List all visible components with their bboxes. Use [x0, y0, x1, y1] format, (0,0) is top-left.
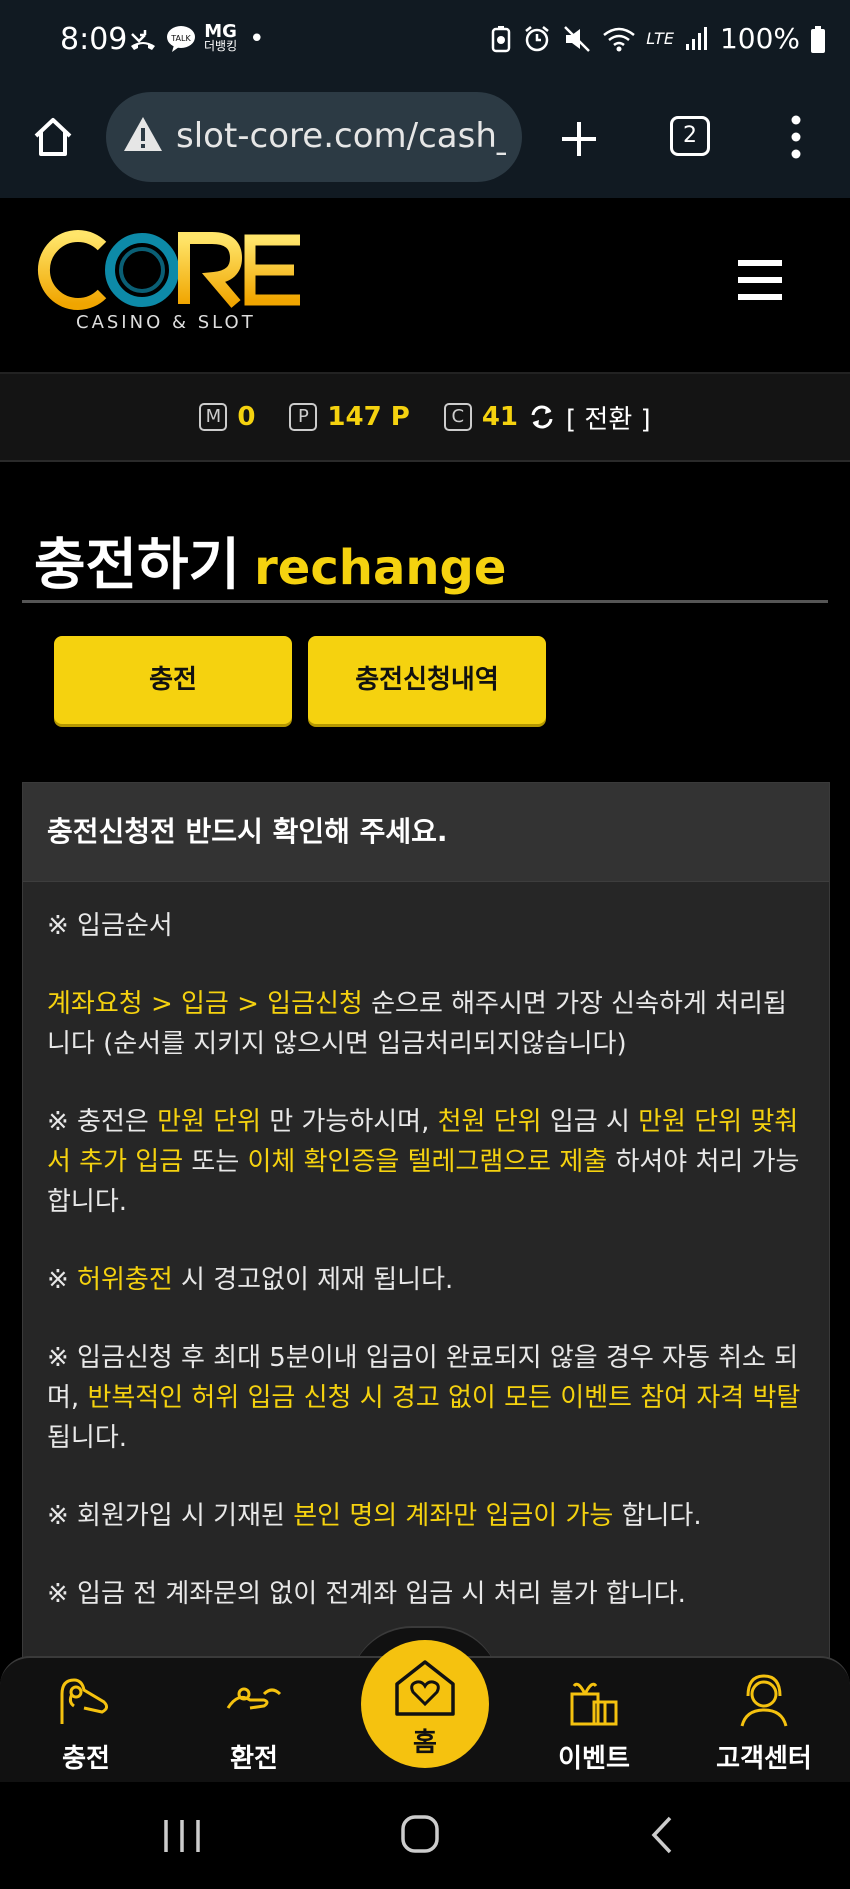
notice-text: 입금 시 [541, 1107, 639, 1137]
nav-home-label: 홈 [413, 1728, 437, 1758]
point-value: 147 P [327, 402, 410, 432]
notice-hl: 계좌요청 > 입금 > 입금신청 [47, 989, 363, 1019]
headset-icon [740, 1674, 788, 1727]
charge-tab-button[interactable]: 충전 [54, 636, 292, 724]
coin-value: 41 [481, 402, 518, 432]
coin-icon: C [443, 403, 472, 431]
nav-exchange-label: 환전 [230, 1744, 278, 1774]
svg-text:TALK: TALK [170, 34, 191, 43]
convert-button[interactable]: [ 전환 ] [566, 399, 651, 436]
notice-text: 합니다. [613, 1501, 702, 1531]
browser-menu-icon[interactable] [784, 112, 808, 162]
notice-line-false-charge: ※ 허위충전 시 경고없이 제재 됩니다. [47, 1260, 807, 1300]
notice-panel: 충전신청전 반드시 확인해 주세요. ※ 입금순서 계좌요청 > 입금 > 입금… [22, 782, 830, 1684]
point-icon: P [289, 403, 318, 431]
notice-text: 됩니다. [47, 1423, 128, 1453]
nav-exchange[interactable]: 환전 [194, 1672, 314, 1775]
address-bar[interactable]: slot-core.com/cash_ [106, 92, 522, 182]
notice-text: 또는 [183, 1147, 248, 1177]
warning-icon[interactable] [122, 114, 164, 154]
nav-charge[interactable]: 충전 [26, 1672, 146, 1775]
money-value: 0 [237, 402, 256, 432]
mg-badge-text: MG [204, 21, 237, 42]
charge-history-tab-button[interactable]: 충전신청내역 [308, 636, 546, 724]
notice-hl: 반복적인 허위 입금 신청 시 경고 없이 모든 이벤트 참여 자격 박탈 [87, 1383, 801, 1413]
status-notification-icons: TALK MG 더뱅킹 • [128, 21, 265, 54]
tab-switcher-button[interactable]: 2 [670, 116, 710, 156]
exchange-hand-icon [226, 1687, 282, 1710]
nav-support[interactable]: 고객센터 [704, 1672, 824, 1775]
notice-hl: 허위충전 [77, 1265, 173, 1295]
page-title: 충전하기 rechange [34, 520, 506, 601]
notice-body: ※ 입금순서 계좌요청 > 입금 > 입금신청 순으로 해주시면 가장 신속하게… [23, 882, 829, 1614]
mg-badge-sub: 더뱅킹 [204, 39, 238, 53]
mg-badge: MG 더뱅킹 [204, 21, 238, 54]
refresh-icon[interactable] [528, 403, 556, 431]
alarm-icon [525, 25, 549, 51]
logo-subtitle: CASINO & SLOT [76, 312, 256, 333]
notice-hl: 본인 명의 계좌만 입금이 가능 [293, 1501, 614, 1531]
hamburger-menu-icon[interactable] [736, 258, 784, 302]
page-title-en: rechange [254, 540, 507, 596]
notice-text: ※ 충전은 [47, 1107, 158, 1137]
notice-line-order-title: ※ 입금순서 [47, 911, 173, 941]
notice-text: ※ [47, 1265, 78, 1295]
nav-charge-label: 충전 [62, 1744, 110, 1774]
notice-hl: 만원 단위 [157, 1107, 262, 1137]
notice-text: ※ 회원가입 시 기재된 [47, 1501, 294, 1531]
notice-line-own-account: ※ 회원가입 시 기재된 본인 명의 계좌만 입금이 가능 합니다. [47, 1496, 807, 1536]
notice-line-inquiry: ※ 입금 전 계좌문의 없이 전계좌 입금 시 처리 불가 합니다. [47, 1579, 686, 1609]
more-notifications-dot: • [249, 24, 265, 54]
missed-call-icon [131, 30, 155, 50]
nav-support-label: 고객센터 [716, 1744, 812, 1774]
charge-hand-icon [60, 1678, 109, 1724]
nav-event-label: 이벤트 [558, 1744, 630, 1774]
notice-line-order: 계좌요청 > 입금 > 입금신청 순으로 해주시면 가장 신속하게 처리됩니다 … [47, 984, 807, 1064]
battery-percent: 100% [719, 22, 800, 55]
url-text[interactable]: slot-core.com/cash_ [176, 116, 506, 156]
system-back-icon[interactable] [648, 1814, 676, 1856]
recent-apps-icon[interactable] [160, 1816, 204, 1856]
signal-icon [685, 26, 707, 50]
mute-icon [564, 25, 591, 52]
notice-line-auto-cancel: ※ 입금신청 후 최대 5분이내 입금이 완료되지 않을 경우 자동 취소 되며… [47, 1338, 807, 1458]
lte-label: LTE [646, 29, 674, 48]
notice-heading: 충전신청전 반드시 확인해 주세요. [23, 783, 829, 882]
status-time: 8:09 [60, 22, 128, 57]
battery-icon [811, 25, 825, 53]
site-logo[interactable]: CASINO & SLOT [32, 228, 302, 338]
status-bar: 8:09 TALK MG 더뱅킹 • LTE 100% [0, 0, 850, 84]
system-home-icon[interactable] [400, 1814, 440, 1854]
core-logo-mark [38, 230, 300, 310]
page-title-ko: 충전하기 [34, 533, 241, 598]
battery-saver-icon [491, 25, 511, 52]
android-nav-bar [0, 1782, 850, 1889]
notice-text: 만 가능하시며, [261, 1107, 438, 1137]
home-heart-icon [395, 1660, 455, 1716]
notice-text: 시 경고없이 제재 됩니다. [172, 1265, 454, 1295]
home-icon[interactable] [30, 114, 76, 160]
notice-hl: 천원 단위 [437, 1107, 542, 1137]
money-icon: M [199, 403, 228, 431]
talk-icon: TALK [167, 26, 195, 52]
nav-home-button[interactable]: 홈 [361, 1640, 489, 1768]
title-divider [22, 600, 828, 603]
gift-icon [570, 1682, 618, 1726]
nav-event[interactable]: 이벤트 [534, 1672, 654, 1775]
notice-hl: 이체 확인증을 텔레그램으로 제출 [247, 1147, 608, 1177]
site-header: CASINO & SLOT [0, 198, 850, 374]
wifi-icon [603, 27, 635, 51]
status-right-icons: LTE 100% [490, 22, 826, 55]
notice-line-unit: ※ 충전은 만원 단위 만 가능하시며, 천원 단위 입금 시 만원 단위 맞춰… [47, 1102, 807, 1222]
points-bar: M 0 P 147 P C 41 [ 전환 ] [0, 374, 850, 462]
browser-toolbar: slot-core.com/cash_ 2 [0, 84, 850, 200]
new-tab-icon[interactable] [556, 116, 602, 162]
